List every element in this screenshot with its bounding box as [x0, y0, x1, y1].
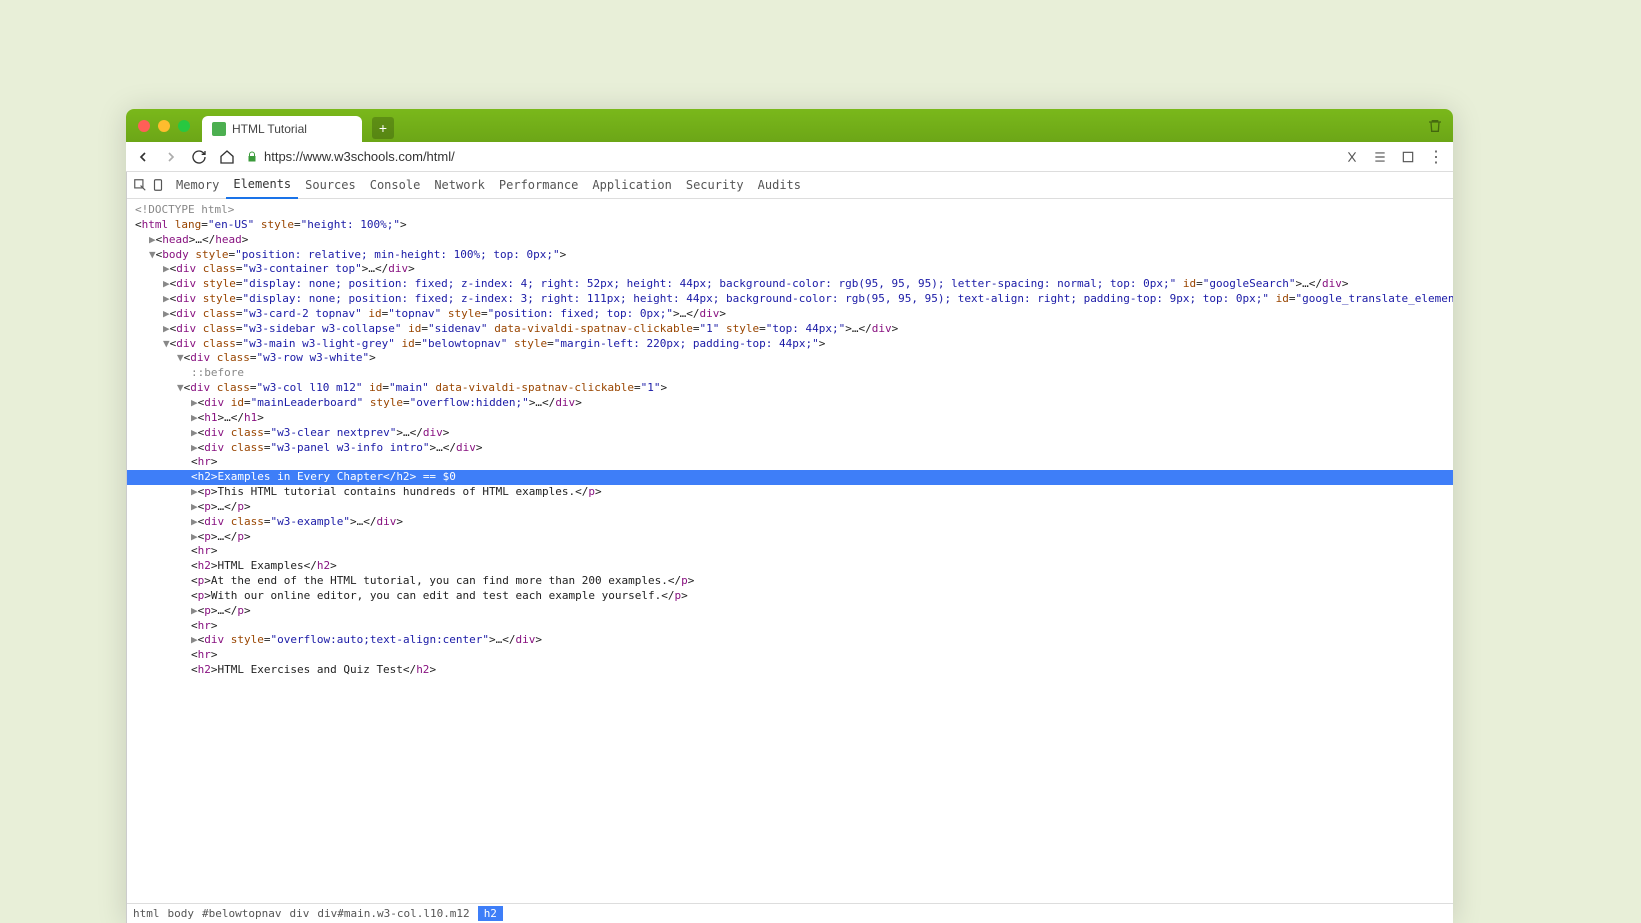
- dom-node[interactable]: <hr>: [127, 544, 1453, 559]
- devtools-tab-security[interactable]: Security: [679, 172, 751, 199]
- breadcrumb-bar[interactable]: html body #belowtopnav div div#main.w3-col.l…: [127, 903, 1453, 923]
- breadcrumb-item[interactable]: h2: [478, 906, 503, 921]
- dom-node[interactable]: <html lang="en-US" style="height: 100%;"…: [127, 218, 1453, 233]
- dom-node[interactable]: <!DOCTYPE html>: [127, 203, 1453, 218]
- browser-tab[interactable]: HTML Tutorial: [202, 116, 362, 142]
- dom-node[interactable]: ▶<div style="display: none; position: fi…: [127, 292, 1453, 307]
- home-button[interactable]: [218, 148, 236, 166]
- new-tab-button[interactable]: +: [372, 117, 394, 139]
- breadcrumb-item[interactable]: body: [168, 907, 195, 920]
- close-window-button[interactable]: [138, 120, 150, 132]
- dom-node[interactable]: <hr>: [127, 648, 1453, 663]
- devtools-panel: MemoryElementsSourcesConsoleNetworkPerfo…: [127, 172, 1453, 923]
- back-button[interactable]: [134, 148, 152, 166]
- devtools-tab-elements[interactable]: Elements: [226, 172, 298, 199]
- dom-node[interactable]: <h2>HTML Exercises and Quiz Test</h2>: [127, 663, 1453, 678]
- devtools-tab-memory[interactable]: Memory: [169, 172, 226, 199]
- dom-node[interactable]: ▶<p>…</p>: [127, 604, 1453, 619]
- trash-icon[interactable]: [1427, 118, 1443, 134]
- dom-node[interactable]: ▶<div id="mainLeaderboard" style="overfl…: [127, 396, 1453, 411]
- dom-node[interactable]: ▼<div class="w3-main w3-light-grey" id="…: [127, 337, 1453, 352]
- dom-node[interactable]: ▶<div class="w3-sidebar w3-collapse" id=…: [127, 322, 1453, 337]
- lock-icon: [246, 151, 258, 163]
- devtools-tab-audits[interactable]: Audits: [751, 172, 808, 199]
- dom-node[interactable]: ▶<div class="w3-clear nextprev">…</div>: [127, 426, 1453, 441]
- devtools-tab-performance[interactable]: Performance: [492, 172, 585, 199]
- forward-button[interactable]: [162, 148, 180, 166]
- dom-node[interactable]: ▶<p>…</p>: [127, 530, 1453, 545]
- dom-node[interactable]: ▶<div class="w3-card-2 topnav" id="topna…: [127, 307, 1453, 322]
- dom-node[interactable]: ::before: [127, 366, 1453, 381]
- url-text: https://www.w3schools.com/html/: [264, 149, 455, 164]
- favicon-icon: [212, 122, 226, 136]
- dom-node[interactable]: ▶<div class="w3-panel w3-info intro">…</…: [127, 441, 1453, 456]
- breadcrumb-item[interactable]: html: [133, 907, 160, 920]
- image-button[interactable]: [1399, 148, 1417, 166]
- inspect-icon[interactable]: [133, 178, 147, 192]
- dom-node[interactable]: <p>At the end of the HTML tutorial, you …: [127, 574, 1453, 589]
- devtools-tab-sources[interactable]: Sources: [298, 172, 363, 199]
- menu-button[interactable]: ⋮: [1427, 148, 1445, 166]
- devtools-tabs: MemoryElementsSourcesConsoleNetworkPerfo…: [127, 172, 1453, 199]
- url-field[interactable]: https://www.w3schools.com/html/: [246, 149, 1333, 164]
- dom-node[interactable]: ▶<div class="w3-example">…</div>: [127, 515, 1453, 530]
- device-icon[interactable]: [151, 178, 165, 192]
- dom-node[interactable]: <h2>Examples in Every Chapter</h2> == $0: [127, 470, 1453, 485]
- panel-button[interactable]: [1371, 148, 1389, 166]
- dom-node[interactable]: ▶<h1>…</h1>: [127, 411, 1453, 426]
- devtools-tab-application[interactable]: Application: [585, 172, 678, 199]
- maximize-window-button[interactable]: [178, 120, 190, 132]
- reload-button[interactable]: [190, 148, 208, 166]
- devtools-tab-network[interactable]: Network: [427, 172, 492, 199]
- dom-node[interactable]: <hr>: [127, 455, 1453, 470]
- minimize-window-button[interactable]: [158, 120, 170, 132]
- dom-tree[interactable]: <!DOCTYPE html><html lang="en-US" style=…: [127, 199, 1453, 903]
- dom-node[interactable]: <p>With our online editor, you can edit …: [127, 589, 1453, 604]
- dom-node[interactable]: ▶<div class="w3-container top">…</div>: [127, 262, 1453, 277]
- address-bar: https://www.w3schools.com/html/ ⋮: [126, 142, 1453, 172]
- dom-node[interactable]: ▶<p>…</p>: [127, 500, 1453, 515]
- dom-node[interactable]: ▶<div style="overflow:auto;text-align:ce…: [127, 633, 1453, 648]
- dom-node[interactable]: ▶<div style="display: none; position: fi…: [127, 277, 1453, 292]
- breadcrumb-item[interactable]: div#main.w3-col.l10.m12: [317, 907, 469, 920]
- dom-node[interactable]: <h2>HTML Examples</h2>: [127, 559, 1453, 574]
- tab-title: HTML Tutorial: [232, 122, 307, 136]
- window-controls: [134, 109, 196, 142]
- dom-node[interactable]: ▶<p>This HTML tutorial contains hundreds…: [127, 485, 1453, 500]
- dom-node[interactable]: ▼<div class="w3-col l10 m12" id="main" d…: [127, 381, 1453, 396]
- dom-node[interactable]: ▶<head>…</head>: [127, 233, 1453, 248]
- dom-node[interactable]: <hr>: [127, 619, 1453, 634]
- breadcrumb-item[interactable]: #belowtopnav: [202, 907, 281, 920]
- reader-button[interactable]: [1343, 148, 1361, 166]
- devtools-tab-console[interactable]: Console: [363, 172, 428, 199]
- dom-node[interactable]: ▼<div class="w3-row w3-white">: [127, 351, 1453, 366]
- breadcrumb-item[interactable]: div: [289, 907, 309, 920]
- dom-node[interactable]: ▼<body style="position: relative; min-he…: [127, 248, 1453, 263]
- tab-bar: HTML Tutorial +: [126, 109, 1453, 142]
- browser-window: HTML Tutorial + https://www.w3schools.co…: [126, 109, 1453, 923]
